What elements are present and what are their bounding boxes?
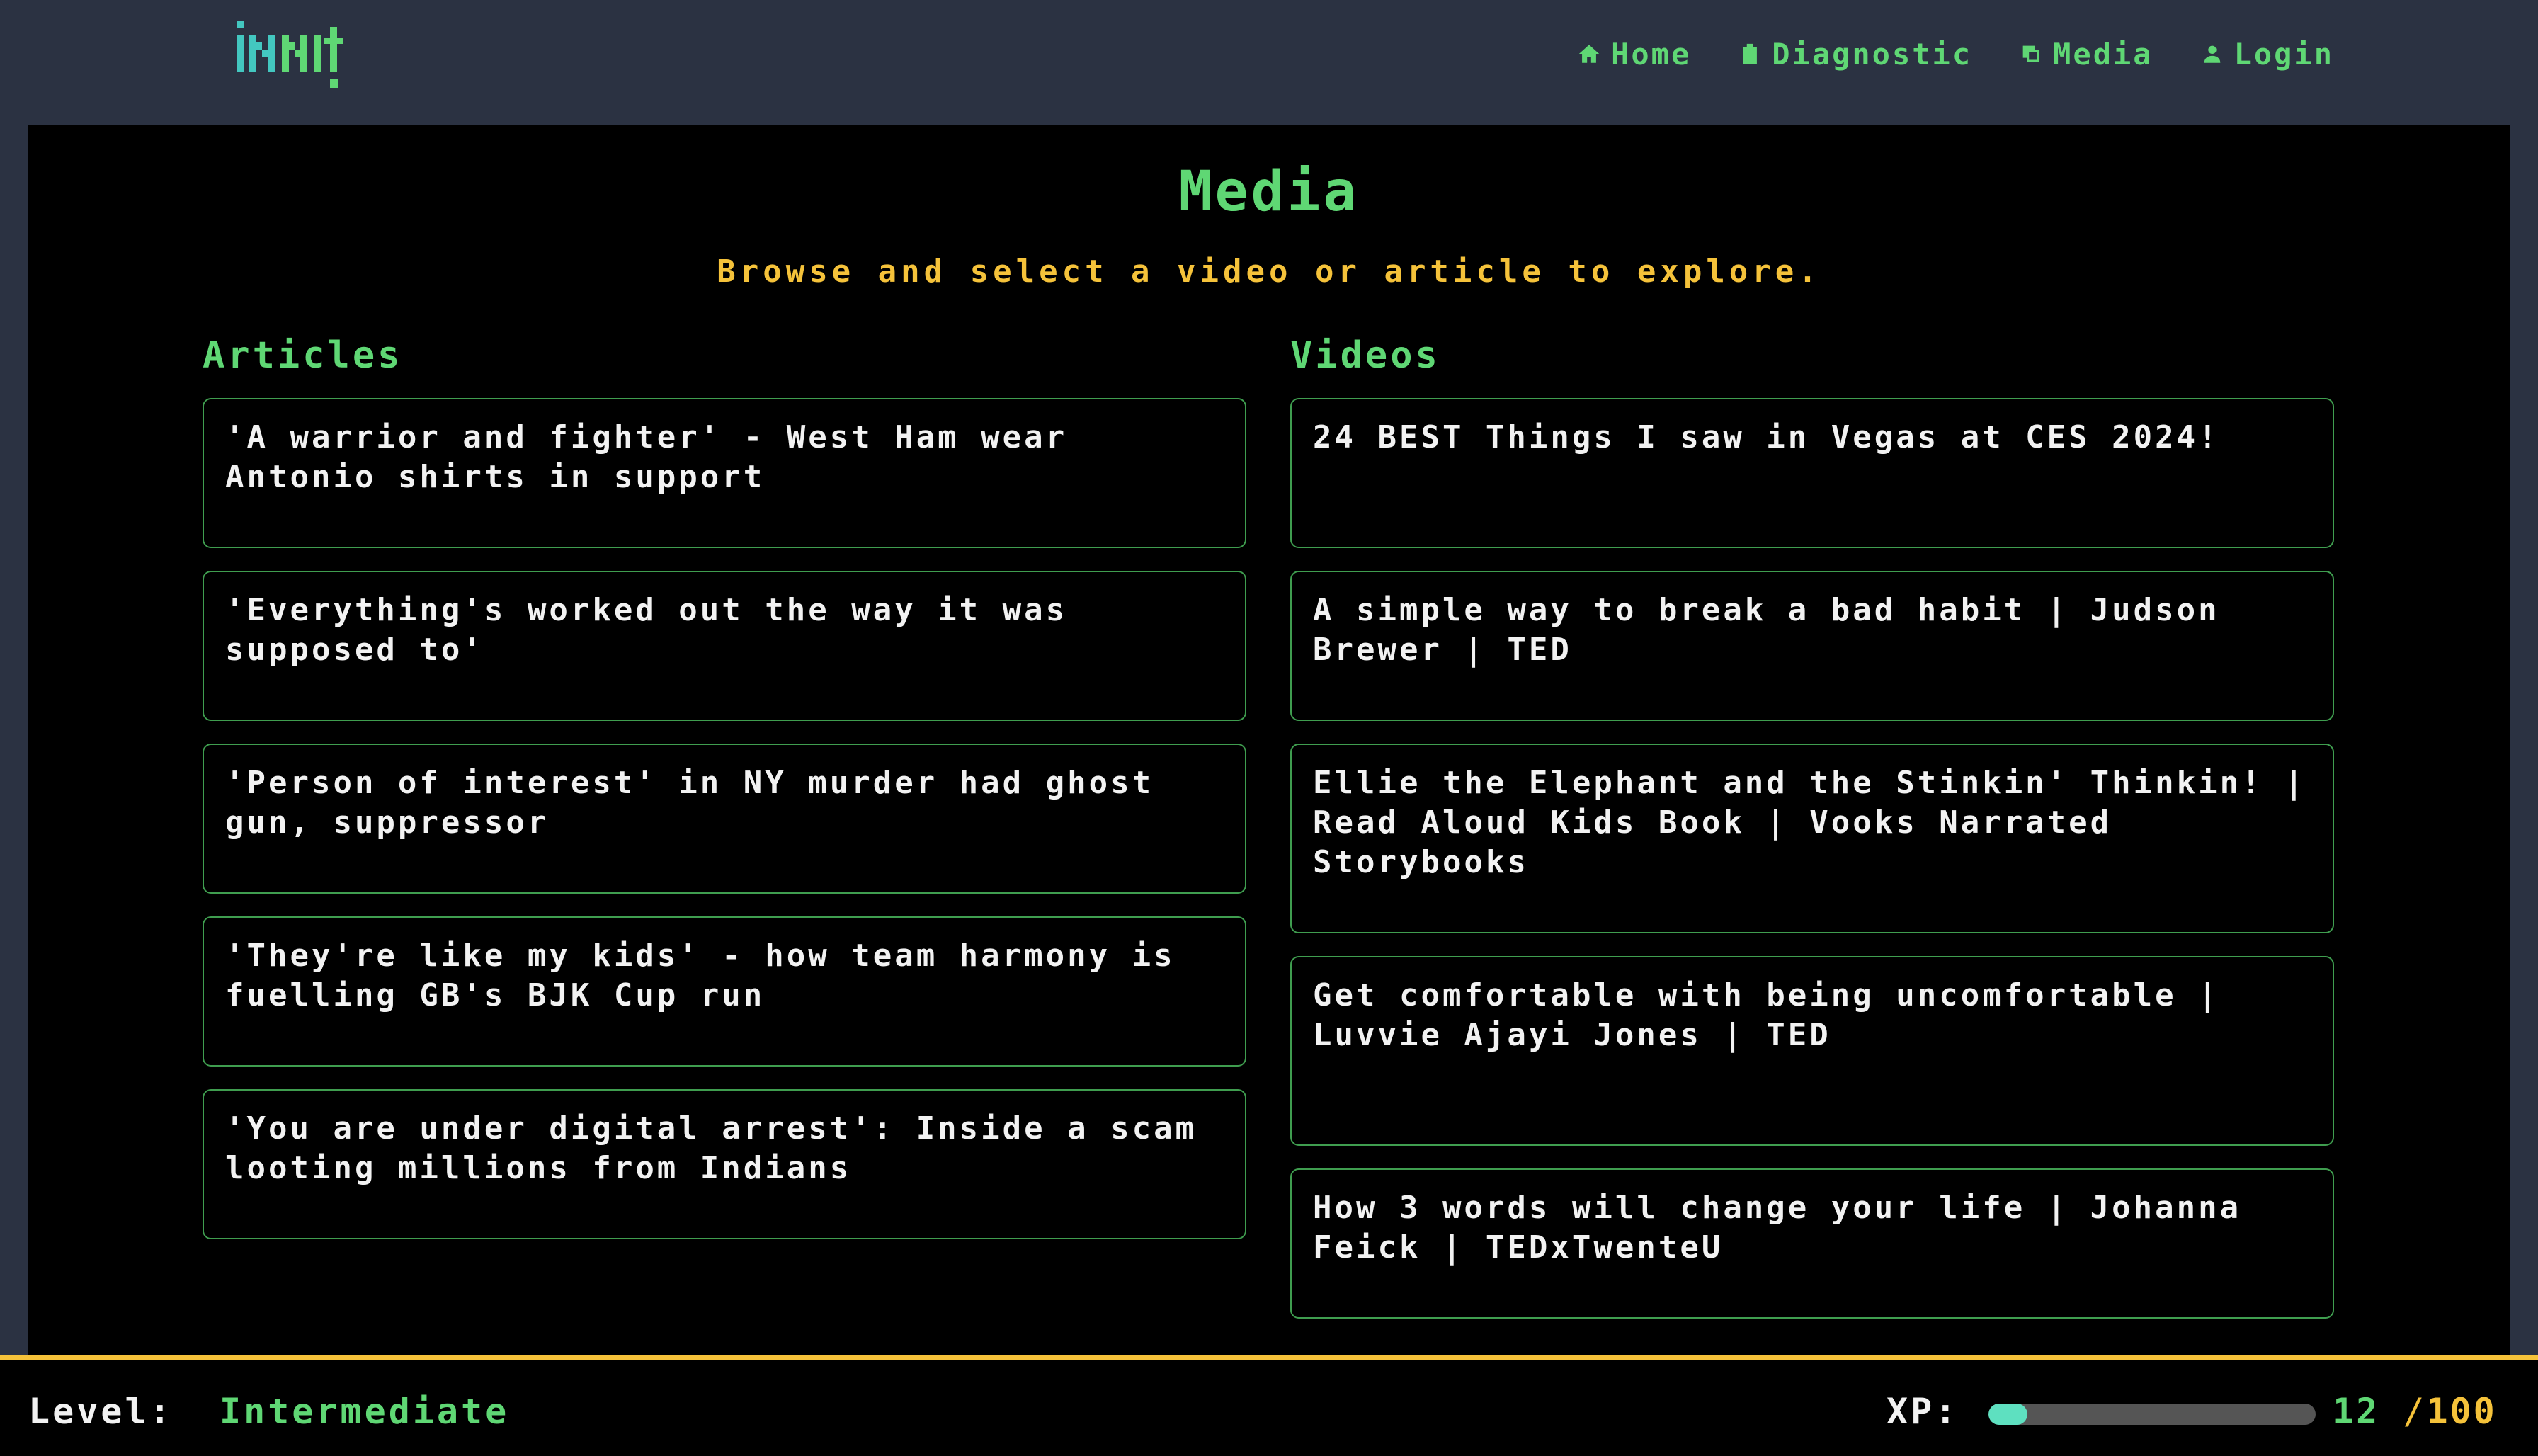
main-nav: Home Diagnostic Media Login [1577, 33, 2334, 75]
innit-logo[interactable] [234, 17, 354, 95]
nav-login[interactable]: Login [2200, 37, 2334, 72]
media-icon [2022, 45, 2039, 62]
xp-label: XP: [1887, 1391, 1959, 1432]
page-title: Media [1178, 160, 1360, 224]
articles-column: Articles 'A warrior and fighter' - West … [203, 334, 1246, 1262]
clipboard-icon [1743, 43, 1758, 64]
video-card[interactable]: 24 BEST Things I saw in Vegas at CES 202… [1290, 398, 2334, 548]
article-card[interactable]: 'Everything's worked out the way it was … [203, 571, 1246, 721]
nav-login-label: Login [2233, 36, 2334, 72]
nav-media[interactable]: Media [2019, 37, 2153, 72]
nav-home[interactable]: Home [1577, 37, 1691, 72]
main-panel: Media Browse and select a video or artic… [28, 125, 2510, 1357]
nav-media-label: Media [2053, 36, 2153, 72]
status-bar: Level: Intermediate XP: 12 /100 [0, 1355, 2538, 1456]
xp-current: 12 [2333, 1391, 2380, 1432]
video-card[interactable]: How 3 words will change your life | Joha… [1290, 1168, 2334, 1319]
nav-diagnostic[interactable]: Diagnostic [1738, 37, 1972, 72]
home-icon [1578, 45, 1600, 63]
xp-progress-bar [1988, 1404, 2316, 1425]
xp-progress-fill [1988, 1404, 2028, 1425]
xp-max: 100 [2426, 1391, 2497, 1432]
top-navbar: Home Diagnostic Media Login [0, 0, 2538, 110]
video-card[interactable]: A simple way to break a bad habit | Juds… [1290, 571, 2334, 721]
page-subtitle: Browse and select a video or article to … [717, 254, 1821, 290]
level-label: Level: [28, 1391, 173, 1432]
xp-separator: / [2403, 1391, 2427, 1432]
article-card[interactable]: 'You are under digital arrest': Inside a… [203, 1089, 1246, 1239]
video-card[interactable]: Ellie the Elephant and the Stinkin' Thin… [1290, 744, 2334, 933]
article-card[interactable]: 'A warrior and fighter' - West Ham wear … [203, 398, 1246, 548]
article-card[interactable]: 'They're like my kids' - how team harmon… [203, 916, 1246, 1067]
level-value: Intermediate [220, 1391, 510, 1432]
xp-count: 12 /100 [2333, 1391, 2497, 1432]
user-icon [2204, 45, 2220, 63]
nav-home-label: Home [1611, 36, 1692, 72]
nav-diagnostic-label: Diagnostic [1772, 36, 1973, 72]
videos-column: Videos 24 BEST Things I saw in Vegas at … [1290, 334, 2334, 1341]
videos-heading: Videos [1290, 334, 1440, 377]
article-card[interactable]: 'Person of interest' in NY murder had gh… [203, 744, 1246, 894]
video-card[interactable]: Get comfortable with being uncomfortable… [1290, 956, 2334, 1146]
articles-heading: Articles [203, 334, 403, 377]
